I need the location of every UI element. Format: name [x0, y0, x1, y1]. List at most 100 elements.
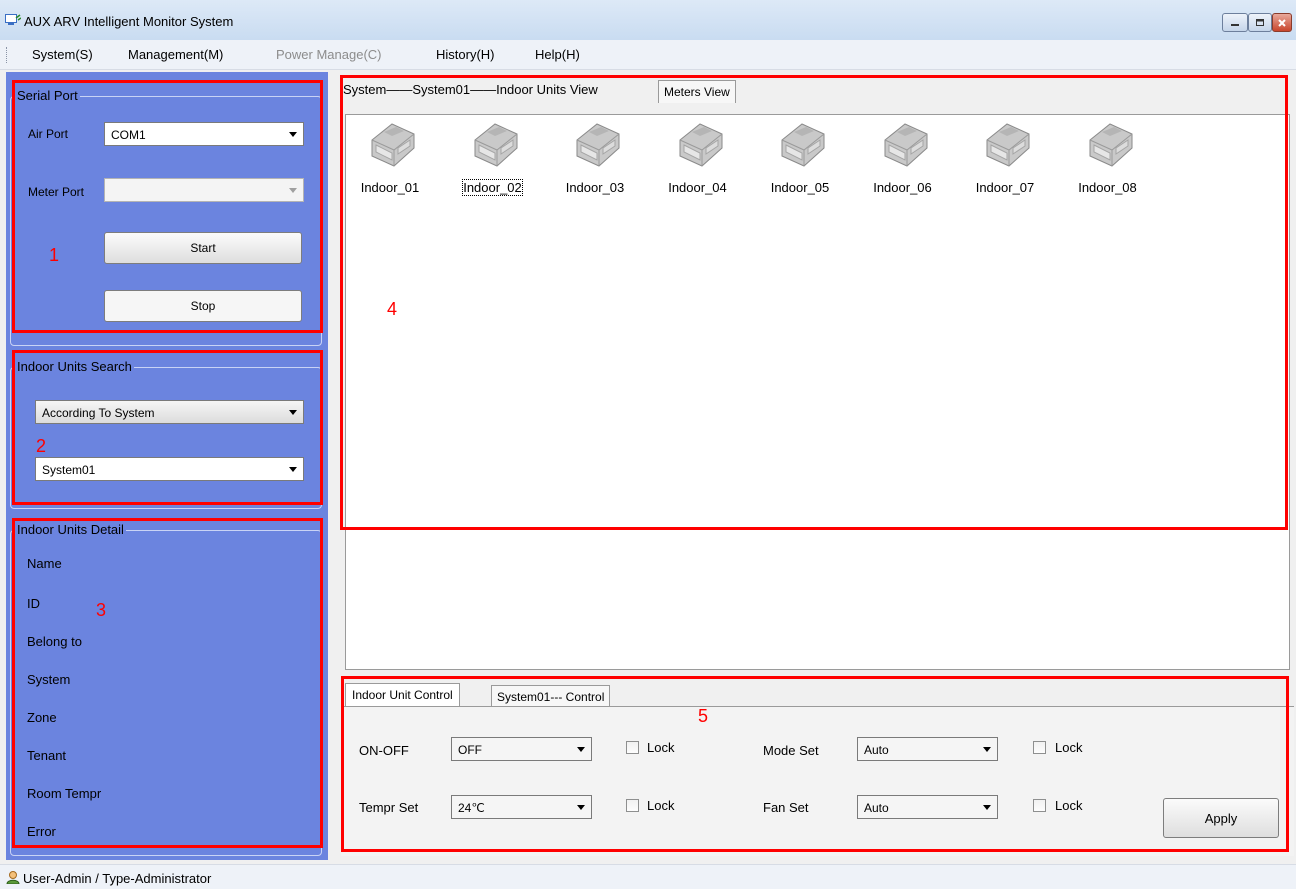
- mode-set-select[interactable]: Auto: [857, 737, 998, 761]
- title-bar: AUX ARV Intelligent Monitor System: [0, 0, 1296, 40]
- chevron-down-icon: [289, 410, 297, 415]
- indoor-unit-label: Indoor_02: [462, 179, 523, 196]
- maximize-button[interactable]: [1248, 13, 1272, 32]
- search-mode-value: According To System: [42, 406, 155, 420]
- chevron-down-icon: [577, 805, 585, 810]
- fan-lock-label: Lock: [1055, 798, 1083, 813]
- tempr-lock-checkbox[interactable]: [626, 799, 639, 812]
- tab-indoor-unit-control[interactable]: Indoor Unit Control: [345, 683, 460, 707]
- detail-zone-label: Zone: [27, 710, 57, 725]
- air-port-select[interactable]: COM1: [104, 122, 304, 146]
- chevron-down-icon: [289, 132, 297, 137]
- indoor-unit-icon: [474, 123, 517, 167]
- system-value: System01: [42, 463, 96, 477]
- indoor-unit-icon: [371, 123, 415, 167]
- air-port-label: Air Port: [28, 127, 69, 141]
- indoor-unit-label: Indoor_05: [770, 180, 830, 195]
- tab-system-control[interactable]: System01--- Control: [491, 685, 611, 707]
- mode-set-value: Auto: [864, 743, 889, 757]
- tab-meters-view[interactable]: Meters View: [658, 80, 736, 103]
- indoor-unit-label: Indoor_06: [873, 180, 932, 195]
- meter-port-label: Meter Port: [28, 185, 85, 199]
- serial-port-legend: Serial Port: [15, 88, 80, 103]
- detail-room-tempr-label: Room Tempr: [27, 786, 102, 801]
- menu-grip: [6, 47, 9, 63]
- indoor-unit-label: Indoor_08: [1078, 180, 1137, 195]
- indoor-unit-item[interactable]: Indoor_08: [1072, 118, 1144, 195]
- mode-lock-label: Lock: [1055, 740, 1083, 755]
- indoor-unit-item[interactable]: Indoor_03: [559, 118, 631, 195]
- detail-tenant-label: Tenant: [27, 748, 67, 763]
- onoff-label: ON-OFF: [359, 743, 409, 758]
- annotation-number-5: 5: [698, 706, 709, 726]
- search-group: Indoor Units Search: [10, 359, 322, 509]
- onoff-lock-label: Lock: [647, 740, 675, 755]
- fan-lock-checkbox[interactable]: [1033, 799, 1046, 812]
- indoor-unit-item[interactable]: Indoor_02: [457, 118, 529, 196]
- indoor-unit-label: Indoor_03: [565, 180, 625, 195]
- control-panel: [341, 706, 1294, 856]
- detail-belong-label: Belong to: [27, 634, 82, 649]
- menu-management[interactable]: Management(M): [128, 47, 223, 62]
- detail-error-label: Error: [27, 824, 56, 839]
- menu-system[interactable]: System(S): [32, 47, 93, 62]
- tempr-set-label: Tempr Set: [359, 800, 419, 815]
- indoor-unit-item[interactable]: Indoor_07: [969, 118, 1041, 195]
- onoff-value: OFF: [458, 743, 482, 757]
- meter-port-select[interactable]: [104, 178, 304, 202]
- menu-power-manage[interactable]: Power Manage(C): [276, 47, 382, 62]
- indoor-unit-icon: [679, 123, 722, 167]
- indoor-unit-item[interactable]: Indoor_06: [867, 118, 939, 195]
- chevron-down-icon: [983, 805, 991, 810]
- tempr-set-select[interactable]: 24℃: [451, 795, 592, 819]
- indoor-unit-icon: [1089, 123, 1132, 167]
- indoor-unit-item[interactable]: Indoor_04: [662, 118, 734, 195]
- menu-bar: System(S) Management(M) Power Manage(C) …: [0, 40, 1296, 70]
- tempr-set-value: 24℃: [458, 801, 485, 815]
- chevron-down-icon: [289, 467, 297, 472]
- onoff-lock-checkbox[interactable]: [626, 741, 639, 754]
- window-title: AUX ARV Intelligent Monitor System: [24, 14, 234, 29]
- detail-name-label: Name: [27, 556, 62, 571]
- close-icon: [1278, 19, 1286, 27]
- stop-button[interactable]: Stop: [104, 290, 302, 322]
- search-legend: Indoor Units Search: [15, 359, 134, 374]
- chevron-down-icon: [289, 188, 297, 193]
- left-panel: Serial Port Air Port COM1 Meter Port Sta…: [6, 72, 328, 860]
- system-select[interactable]: System01: [35, 457, 304, 481]
- indoor-unit-item[interactable]: Indoor_01: [354, 118, 426, 195]
- detail-system-label: System: [27, 672, 71, 687]
- chevron-down-icon: [983, 747, 991, 752]
- status-bar: User-Admin / Type-Administrator: [0, 864, 1296, 889]
- chevron-down-icon: [577, 747, 585, 752]
- mode-set-label: Mode Set: [763, 743, 819, 758]
- annotation-number-4: 4: [387, 299, 398, 319]
- start-button[interactable]: Start: [104, 232, 302, 264]
- close-button[interactable]: [1272, 13, 1292, 32]
- annotation-number-2: 2: [36, 436, 47, 456]
- tempr-lock-label: Lock: [647, 798, 675, 813]
- mode-lock-checkbox[interactable]: [1033, 741, 1046, 754]
- view-breadcrumb[interactable]: System——System01——Indoor Units View: [343, 82, 598, 97]
- fan-set-label: Fan Set: [763, 800, 809, 815]
- menu-history[interactable]: History(H): [436, 47, 495, 62]
- detail-group: Indoor Units Detail: [10, 522, 322, 856]
- indoor-unit-item[interactable]: Indoor_05: [764, 118, 836, 195]
- indoor-unit-icon: [576, 123, 620, 167]
- menu-help[interactable]: Help(H): [535, 47, 580, 62]
- apply-button[interactable]: Apply: [1163, 798, 1279, 838]
- indoor-unit-label: Indoor_01: [360, 180, 420, 195]
- minimize-icon: [1231, 24, 1239, 26]
- indoor-unit-icon: [781, 123, 825, 167]
- app-icon: [5, 14, 21, 25]
- indoor-units-view: [345, 114, 1290, 670]
- search-mode-select[interactable]: According To System: [35, 400, 304, 424]
- fan-set-select[interactable]: Auto: [857, 795, 998, 819]
- indoor-unit-label: Indoor_07: [975, 180, 1035, 195]
- indoor-unit-label: Indoor_04: [668, 180, 727, 195]
- indoor-unit-icon: [986, 123, 1030, 167]
- minimize-button[interactable]: [1222, 13, 1248, 32]
- onoff-select[interactable]: OFF: [451, 737, 592, 761]
- maximize-icon: [1256, 19, 1264, 26]
- air-port-value: COM1: [111, 128, 146, 142]
